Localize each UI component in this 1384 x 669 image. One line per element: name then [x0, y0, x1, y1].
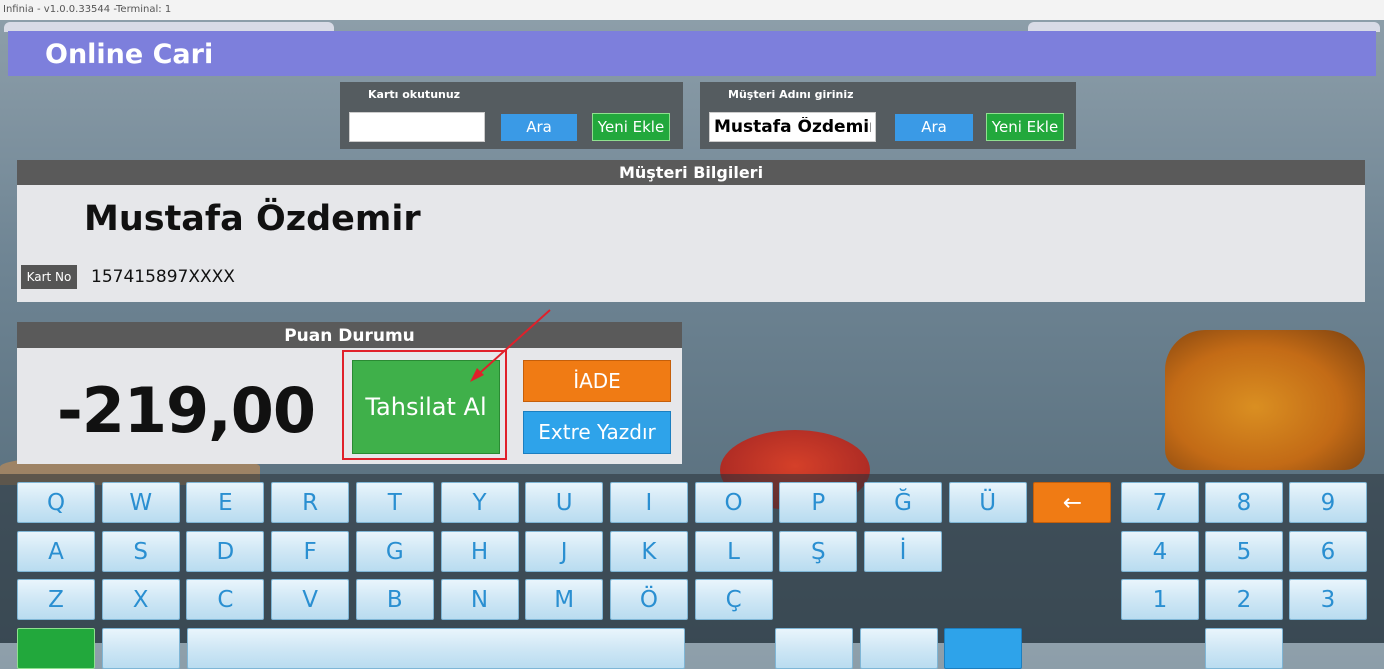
numpad-4[interactable]: 4	[1121, 530, 1199, 572]
key-p[interactable]: P	[779, 482, 858, 523]
jar-image	[1165, 330, 1365, 470]
key-i[interactable]: I	[609, 482, 688, 523]
window-title: Infinia - v1.0.0.33544 -Terminal: 1	[0, 0, 1384, 20]
customer-info-header: Müşteri Bilgileri	[17, 160, 1365, 185]
print-statement-button[interactable]: Extre Yazdır	[523, 411, 671, 454]
key-bottom[interactable]	[775, 627, 853, 669]
numpad-6[interactable]: 6	[1289, 530, 1367, 572]
backspace-key[interactable]: ←	[1033, 482, 1112, 523]
card-no-label: Kart No	[21, 265, 77, 289]
key-d[interactable]: D	[186, 530, 265, 572]
collect-payment-button[interactable]: Tahsilat Al	[352, 360, 500, 454]
numpad-8[interactable]: 8	[1205, 482, 1283, 523]
card-no-value: 157415897XXXX	[91, 267, 235, 287]
name-add-button[interactable]: Yeni Ekle	[986, 113, 1064, 141]
key-b[interactable]: B	[355, 579, 434, 620]
key-l[interactable]: L	[694, 530, 773, 572]
card-search-panel: Kartı okutunuz Ara Yeni Ekle	[340, 82, 683, 149]
key-enter[interactable]	[17, 627, 95, 669]
key-m[interactable]: M	[525, 579, 604, 620]
refund-button[interactable]: İADE	[523, 360, 671, 402]
key-k[interactable]: K	[609, 530, 688, 572]
key-ç[interactable]: Ç	[694, 579, 773, 620]
numpad-5[interactable]: 5	[1205, 530, 1283, 572]
points-panel: -219,00 Tahsilat Al İADE Extre Yazdır	[17, 348, 682, 464]
numpad-7[interactable]: 7	[1121, 482, 1199, 523]
key-q[interactable]: Q	[17, 482, 95, 523]
key-g[interactable]: G	[355, 530, 434, 572]
key-ü[interactable]: Ü	[948, 482, 1027, 523]
numpad-bottom[interactable]	[1205, 627, 1283, 669]
key-r[interactable]: R	[271, 482, 350, 523]
points-header: Puan Durumu	[17, 322, 682, 348]
key-y[interactable]: Y	[440, 482, 519, 523]
key-t[interactable]: T	[355, 482, 434, 523]
key-c[interactable]: C	[186, 579, 265, 620]
key-f[interactable]: F	[271, 530, 350, 572]
name-search-input[interactable]	[709, 112, 876, 142]
card-add-button[interactable]: Yeni Ekle	[592, 113, 670, 141]
key-v[interactable]: V	[271, 579, 350, 620]
key-x[interactable]: X	[101, 579, 180, 620]
customer-name: Mustafa Özdemir	[84, 199, 421, 239]
numpad-3[interactable]: 3	[1289, 579, 1367, 620]
key-bottom[interactable]	[860, 627, 938, 669]
name-search-button[interactable]: Ara	[895, 114, 973, 141]
key-ö[interactable]: Ö	[609, 579, 688, 620]
key-j[interactable]: J	[525, 530, 604, 572]
key-i̇[interactable]: İ	[864, 530, 942, 572]
key-u[interactable]: U	[525, 482, 604, 523]
key-w[interactable]: W	[101, 482, 180, 523]
space-key[interactable]	[187, 627, 685, 669]
key-a[interactable]: A	[17, 530, 95, 572]
key-o[interactable]: O	[694, 482, 773, 523]
key-ş[interactable]: Ş	[779, 530, 858, 572]
numpad-2[interactable]: 2	[1205, 579, 1283, 620]
card-search-button[interactable]: Ara	[501, 114, 577, 141]
name-search-label: Müşteri Adını giriniz	[728, 88, 854, 101]
points-balance: -219,00	[57, 374, 316, 447]
numpad-1[interactable]: 1	[1121, 579, 1199, 620]
customer-info-panel: Mustafa Özdemir Kart No 157415897XXXX	[17, 185, 1365, 302]
page-title: Online Cari	[45, 39, 214, 70]
key-s[interactable]: S	[101, 530, 180, 572]
key-bottom[interactable]	[102, 627, 180, 669]
name-search-panel: Müşteri Adını giriniz Ara Yeni Ekle	[700, 82, 1076, 149]
numpad-9[interactable]: 9	[1289, 482, 1367, 523]
key-n[interactable]: N	[440, 579, 519, 620]
page-header: Online Cari	[8, 31, 1376, 76]
key-bottom[interactable]	[944, 627, 1022, 669]
key-z[interactable]: Z	[17, 579, 95, 620]
key-e[interactable]: E	[186, 482, 265, 523]
key-ğ[interactable]: Ğ	[864, 482, 942, 523]
onscreen-keyboard: Q W E R T Y U I O P Ğ Ü ← A S D F G H J K L Ş İ Z X C V B N M Ö Ç 7 8 9 4 5 6 1…	[0, 474, 1384, 669]
key-h[interactable]: H	[440, 530, 519, 572]
card-search-label: Kartı okutunuz	[368, 88, 461, 101]
card-search-input[interactable]	[349, 112, 485, 142]
